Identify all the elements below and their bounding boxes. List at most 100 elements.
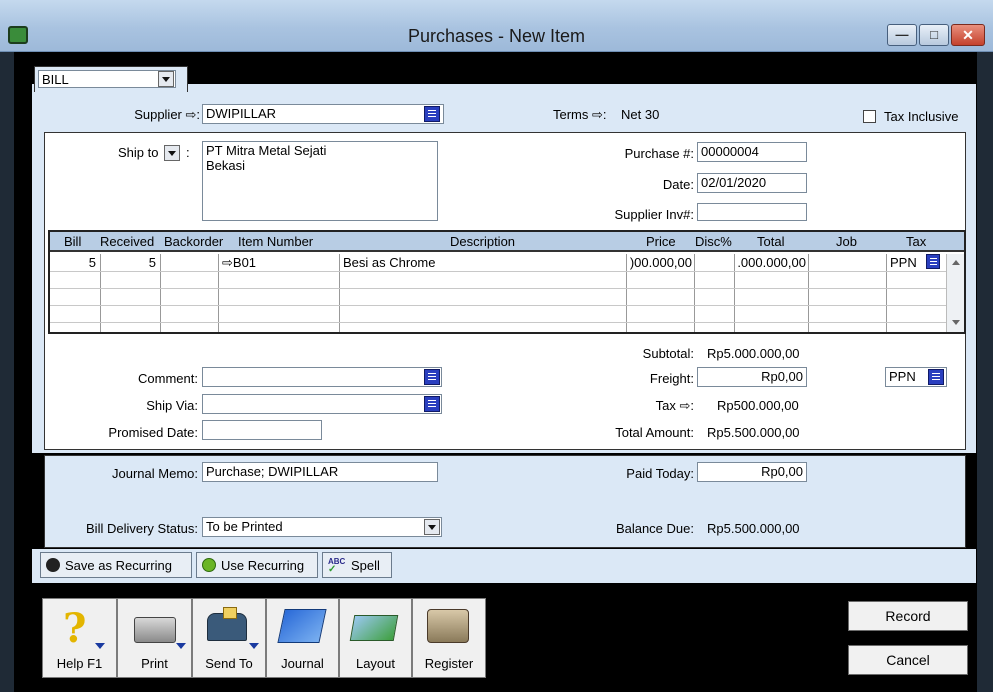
help-label: Help F1	[56, 656, 103, 671]
spell-check-icon: ABC ✓	[328, 557, 346, 575]
tax-inclusive-checkbox[interactable]	[863, 110, 876, 123]
comment-input[interactable]	[202, 367, 442, 387]
spell-button[interactable]: ABC ✓ Spell	[322, 552, 392, 578]
record-button[interactable]: Record	[848, 601, 968, 631]
use-recurring-button[interactable]: Use Recurring	[196, 552, 318, 578]
cell-total[interactable]: .000.000,00	[736, 255, 806, 270]
items-table-header: Bill Received Backorder Item Number Desc…	[50, 232, 964, 252]
journal-memo-label: Journal Memo:	[112, 466, 198, 481]
layout-label: Layout	[355, 656, 396, 671]
scroll-up-icon[interactable]	[952, 260, 960, 265]
register-label: Register	[424, 656, 474, 671]
layout-button[interactable]: Layout	[339, 598, 412, 678]
help-button[interactable]: ? Help F1	[42, 598, 117, 678]
promised-date-input[interactable]	[202, 420, 322, 440]
col-header-description: Description	[450, 234, 516, 249]
supplier-inv-input[interactable]	[697, 203, 807, 221]
tax-lookup-icon[interactable]	[926, 254, 940, 269]
spell-label: Spell	[351, 558, 380, 573]
terms-label[interactable]: Terms ⇨:	[553, 107, 607, 123]
comment-lookup-icon[interactable]	[424, 369, 440, 385]
col-header-received: Received	[100, 234, 155, 249]
address-line-2: Bekasi	[206, 158, 246, 173]
ship-via-label: Ship Via:	[146, 398, 198, 413]
col-header-job: Job	[836, 234, 857, 249]
send-to-dropdown-icon	[249, 643, 259, 649]
freight-label: Freight:	[649, 371, 694, 386]
save-as-recurring-button[interactable]: Save as Recurring	[40, 552, 192, 578]
minimize-button[interactable]: —	[887, 24, 917, 46]
send-to-label: Send To	[205, 656, 253, 671]
comment-label: Comment:	[138, 371, 198, 386]
scroll-down-icon[interactable]	[952, 320, 960, 325]
tax-label[interactable]: Tax ⇨:	[560, 398, 694, 414]
purchase-number-input[interactable]: 00000004	[697, 142, 807, 162]
freight-tax-lookup-icon[interactable]	[928, 369, 944, 385]
supplier-input[interactable]: DWIPILLAR	[202, 104, 444, 124]
cell-bill[interactable]: 5	[50, 255, 96, 270]
row-divider	[50, 305, 946, 306]
row-divider	[50, 288, 946, 289]
row-divider	[50, 322, 946, 323]
delivery-status-dropdown-icon[interactable]	[424, 519, 440, 535]
cell-price[interactable]: )00.000,00	[628, 255, 692, 270]
maximize-icon: □	[930, 27, 938, 42]
save-as-recurring-label: Save as Recurring	[65, 558, 172, 573]
freight-input[interactable]: Rp0,00	[697, 367, 807, 387]
minimize-icon: —	[895, 27, 909, 42]
close-button[interactable]: ✕	[951, 24, 985, 46]
help-dropdown-icon	[95, 643, 105, 649]
col-header-backorder: Backorder	[164, 234, 224, 249]
cell-received[interactable]: 5	[102, 255, 156, 270]
address-line-1: PT Mitra Metal Sejati	[206, 143, 327, 158]
table-row[interactable]: 5 5 ⇨B01 Besi as Chrome )00.000,00 .000.…	[50, 254, 946, 271]
window-title: Purchases - New Item	[407, 26, 586, 46]
print-button[interactable]: Print	[117, 598, 192, 678]
ship-to-colon: :	[186, 145, 190, 160]
subtotal-label: Subtotal:	[642, 346, 694, 361]
supplier-inv-label: Supplier Inv#:	[614, 207, 695, 222]
table-scrollbar[interactable]	[946, 254, 964, 332]
balance-due-value: Rp5.500.000,00	[707, 521, 800, 536]
cancel-button[interactable]: Cancel	[848, 645, 968, 675]
maximize-button[interactable]: □	[919, 24, 949, 46]
journal-memo-input[interactable]: Purchase; DWIPILLAR	[202, 462, 438, 482]
journal-label: Journal	[281, 656, 324, 671]
help-icon: ?	[63, 605, 87, 652]
register-button[interactable]: Register	[412, 598, 486, 678]
purchase-number-label: Purchase #:	[624, 146, 694, 161]
print-label: Print	[141, 656, 168, 671]
printer-icon	[134, 617, 176, 643]
ship-via-lookup-icon[interactable]	[424, 396, 440, 412]
ship-to-dropdown-icon[interactable]	[164, 145, 180, 161]
purchase-window: Purchases - New Item — □ ✕ BILL Supplier…	[0, 0, 993, 692]
cell-tax[interactable]: PPN	[890, 255, 930, 270]
send-to-button[interactable]: Send To	[192, 598, 266, 678]
row-divider	[50, 271, 946, 272]
col-header-item-number: Item Number	[238, 234, 314, 249]
ship-via-input[interactable]	[202, 394, 442, 414]
bill-type-dropdown-icon[interactable]	[158, 71, 174, 87]
tax-inclusive-label: Tax Inclusive	[884, 109, 959, 124]
recurring-icon	[46, 558, 60, 572]
use-recurring-label: Use Recurring	[221, 558, 305, 573]
bill-type-select[interactable]: BILL	[38, 70, 176, 88]
register-files-icon	[427, 609, 469, 643]
date-input[interactable]: 02/01/2020	[697, 173, 807, 193]
layout-icon	[349, 615, 399, 641]
ship-to-address[interactable]: PT Mitra Metal Sejati Bekasi	[202, 141, 438, 221]
cell-item-number[interactable]: ⇨B01	[222, 255, 334, 271]
ship-to-label: Ship to	[118, 145, 159, 160]
balance-due-label: Balance Due:	[615, 521, 694, 536]
terms-value: Net 30	[621, 107, 660, 122]
bill-delivery-status-select[interactable]: To be Printed	[202, 517, 442, 537]
paid-today-label: Paid Today:	[626, 466, 694, 481]
supplier-lookup-icon[interactable]	[424, 106, 440, 122]
print-dropdown-icon	[176, 643, 186, 649]
col-header-total: Total	[757, 234, 785, 249]
journal-button[interactable]: Journal	[266, 598, 339, 678]
paid-today-input[interactable]: Rp0,00	[697, 462, 807, 482]
promised-date-label: Promised Date:	[108, 425, 198, 440]
cell-description[interactable]: Besi as Chrome	[343, 255, 623, 270]
subtotal-value: Rp5.000.000,00	[707, 346, 800, 361]
